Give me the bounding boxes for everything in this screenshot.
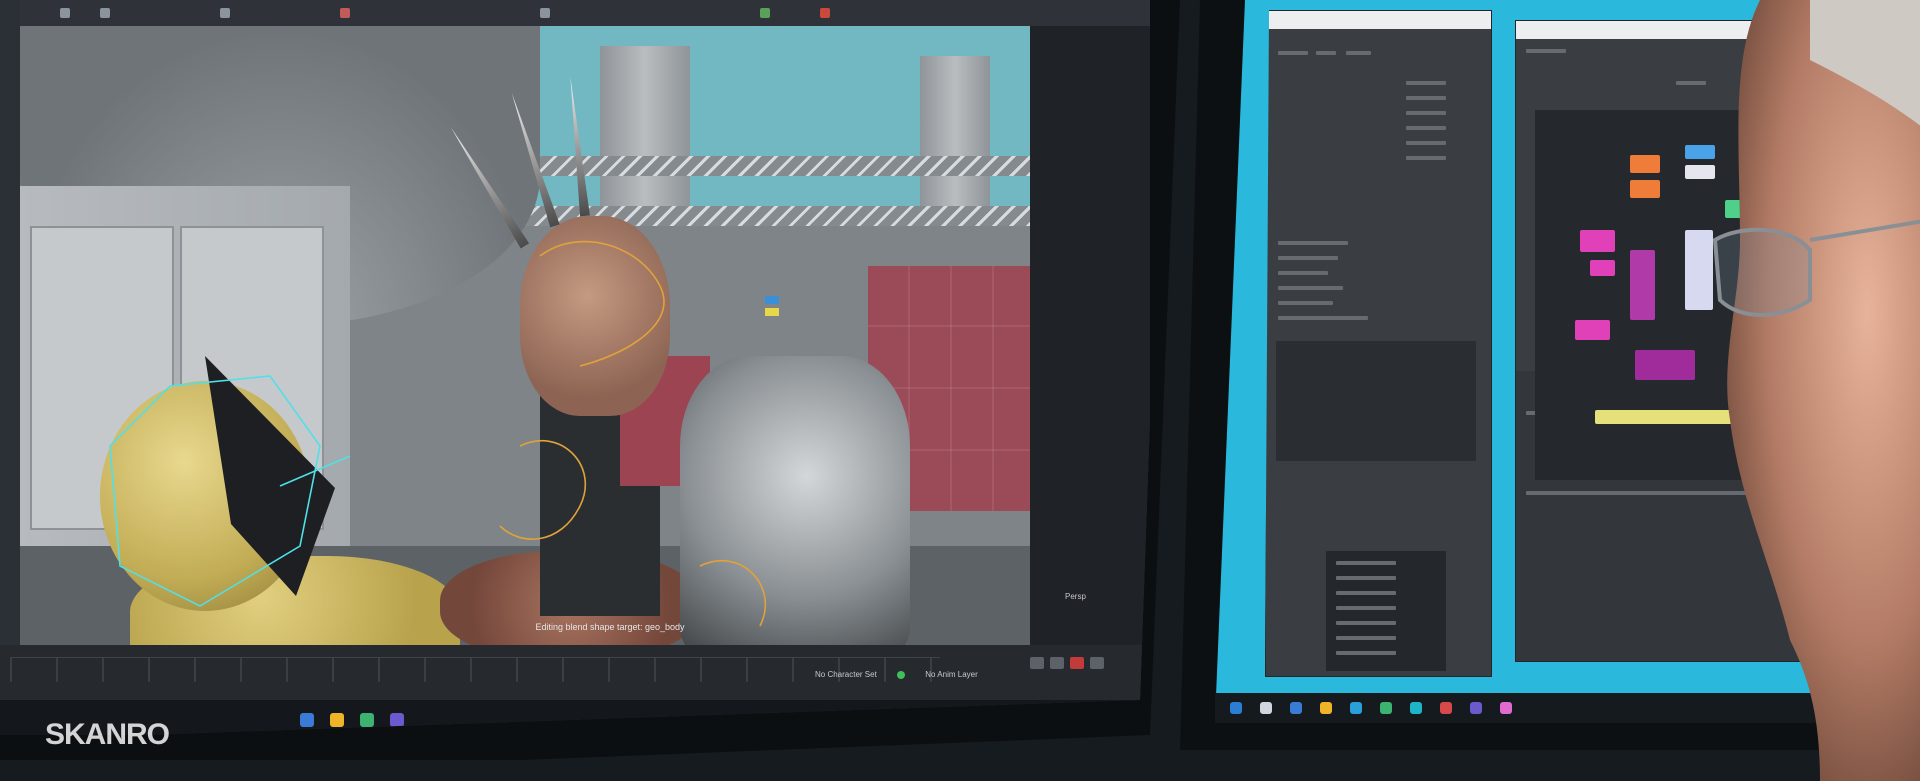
rig-control[interactable]: [279, 455, 351, 487]
character-set-dropdown[interactable]: No Character Set: [815, 670, 877, 679]
menu-item[interactable]: [1278, 51, 1308, 55]
outliner-item[interactable]: [1278, 271, 1328, 275]
person-foreground: [1712, 0, 1920, 781]
rig-control[interactable]: [109, 375, 321, 607]
side-panel: [1030, 26, 1150, 656]
menu-item[interactable]: [1316, 51, 1336, 55]
menu-icon[interactable]: [820, 8, 830, 18]
folder-icon[interactable]: [330, 713, 344, 727]
graph-node[interactable]: [1635, 350, 1695, 380]
3d-viewport[interactable]: [20, 26, 1030, 651]
face: [1727, 0, 1920, 781]
record-icon[interactable]: [340, 8, 350, 18]
graph-node[interactable]: [1590, 260, 1615, 276]
taskbar-app-icon[interactable]: [1290, 702, 1302, 714]
locator-yellow[interactable]: [765, 308, 779, 316]
graph-node[interactable]: [1575, 320, 1610, 340]
play-forward-icon[interactable]: [1090, 657, 1104, 669]
menu-bar: [20, 0, 1150, 27]
viewport-status: Editing blend shape target: geo_body: [535, 622, 685, 632]
graph-node[interactable]: [1630, 250, 1655, 320]
menu-icon[interactable]: [100, 8, 110, 18]
graph-node[interactable]: [1630, 155, 1660, 173]
rig-overlay: [109, 240, 779, 627]
attribute-row[interactable]: [1406, 96, 1446, 100]
attribute-row[interactable]: [1406, 111, 1446, 115]
attribute-row[interactable]: [1406, 141, 1446, 145]
attribute-row[interactable]: [1406, 156, 1446, 160]
outliner-window[interactable]: [1265, 10, 1492, 677]
outliner-item[interactable]: [1278, 256, 1338, 260]
anim-layer-icon: [897, 670, 906, 679]
taskbar-app-icon[interactable]: [300, 713, 314, 727]
start-icon[interactable]: [1230, 702, 1242, 714]
taskbar-app-icon[interactable]: [1440, 702, 1452, 714]
rig-curve[interactable]: [699, 560, 766, 627]
attribute-row[interactable]: [1406, 81, 1446, 85]
outliner-item[interactable]: [1278, 316, 1368, 320]
taskbar-app-icon[interactable]: [1350, 702, 1362, 714]
anim-layer-dropdown[interactable]: No Anim Layer: [925, 670, 977, 679]
range-bar: No Character Set No Anim Layer: [815, 670, 996, 679]
menu-icon[interactable]: [760, 8, 770, 18]
menu-icon[interactable]: [60, 8, 70, 18]
maya-window: Editing blend shape target: geo_body Per…: [0, 0, 1150, 735]
taskbar-app-icon[interactable]: [360, 713, 374, 727]
attribute-row[interactable]: [1406, 126, 1446, 130]
camera-label: Persp: [1065, 592, 1086, 601]
glasses-icon: [1712, 227, 1812, 317]
taskbar-app-icon[interactable]: [1410, 702, 1422, 714]
rig-curve[interactable]: [499, 440, 586, 540]
folder-icon[interactable]: [1320, 702, 1332, 714]
outliner-item[interactable]: [1278, 286, 1343, 290]
record-key-icon[interactable]: [1070, 657, 1084, 669]
locator-blue[interactable]: [765, 296, 779, 304]
play-back-icon[interactable]: [1030, 657, 1044, 669]
window-titlebar[interactable]: [1266, 11, 1491, 29]
taskbar-app-icon[interactable]: [1470, 702, 1482, 714]
search-icon[interactable]: [1260, 702, 1272, 714]
outliner-item[interactable]: [1278, 241, 1348, 245]
menu-icon[interactable]: [540, 8, 550, 18]
taskbar-app-icon[interactable]: [390, 713, 404, 727]
graph-node[interactable]: [1580, 230, 1615, 252]
menu-item[interactable]: [1526, 49, 1566, 53]
menu-item[interactable]: [1346, 51, 1371, 55]
outliner-item[interactable]: [1278, 301, 1333, 305]
taskbar-app-icon[interactable]: [1500, 702, 1512, 714]
taskbar-app-icon[interactable]: [1380, 702, 1392, 714]
menu-icon[interactable]: [220, 8, 230, 18]
watermark-logo: SKANRO: [45, 718, 170, 751]
timeline-ticks[interactable]: [10, 657, 940, 682]
rig-curve[interactable]: [539, 240, 665, 367]
layer-list[interactable]: [1326, 551, 1446, 671]
play-icon[interactable]: [1050, 657, 1064, 669]
outliner-empty-area: [1276, 341, 1476, 461]
graph-node[interactable]: [1630, 180, 1660, 198]
